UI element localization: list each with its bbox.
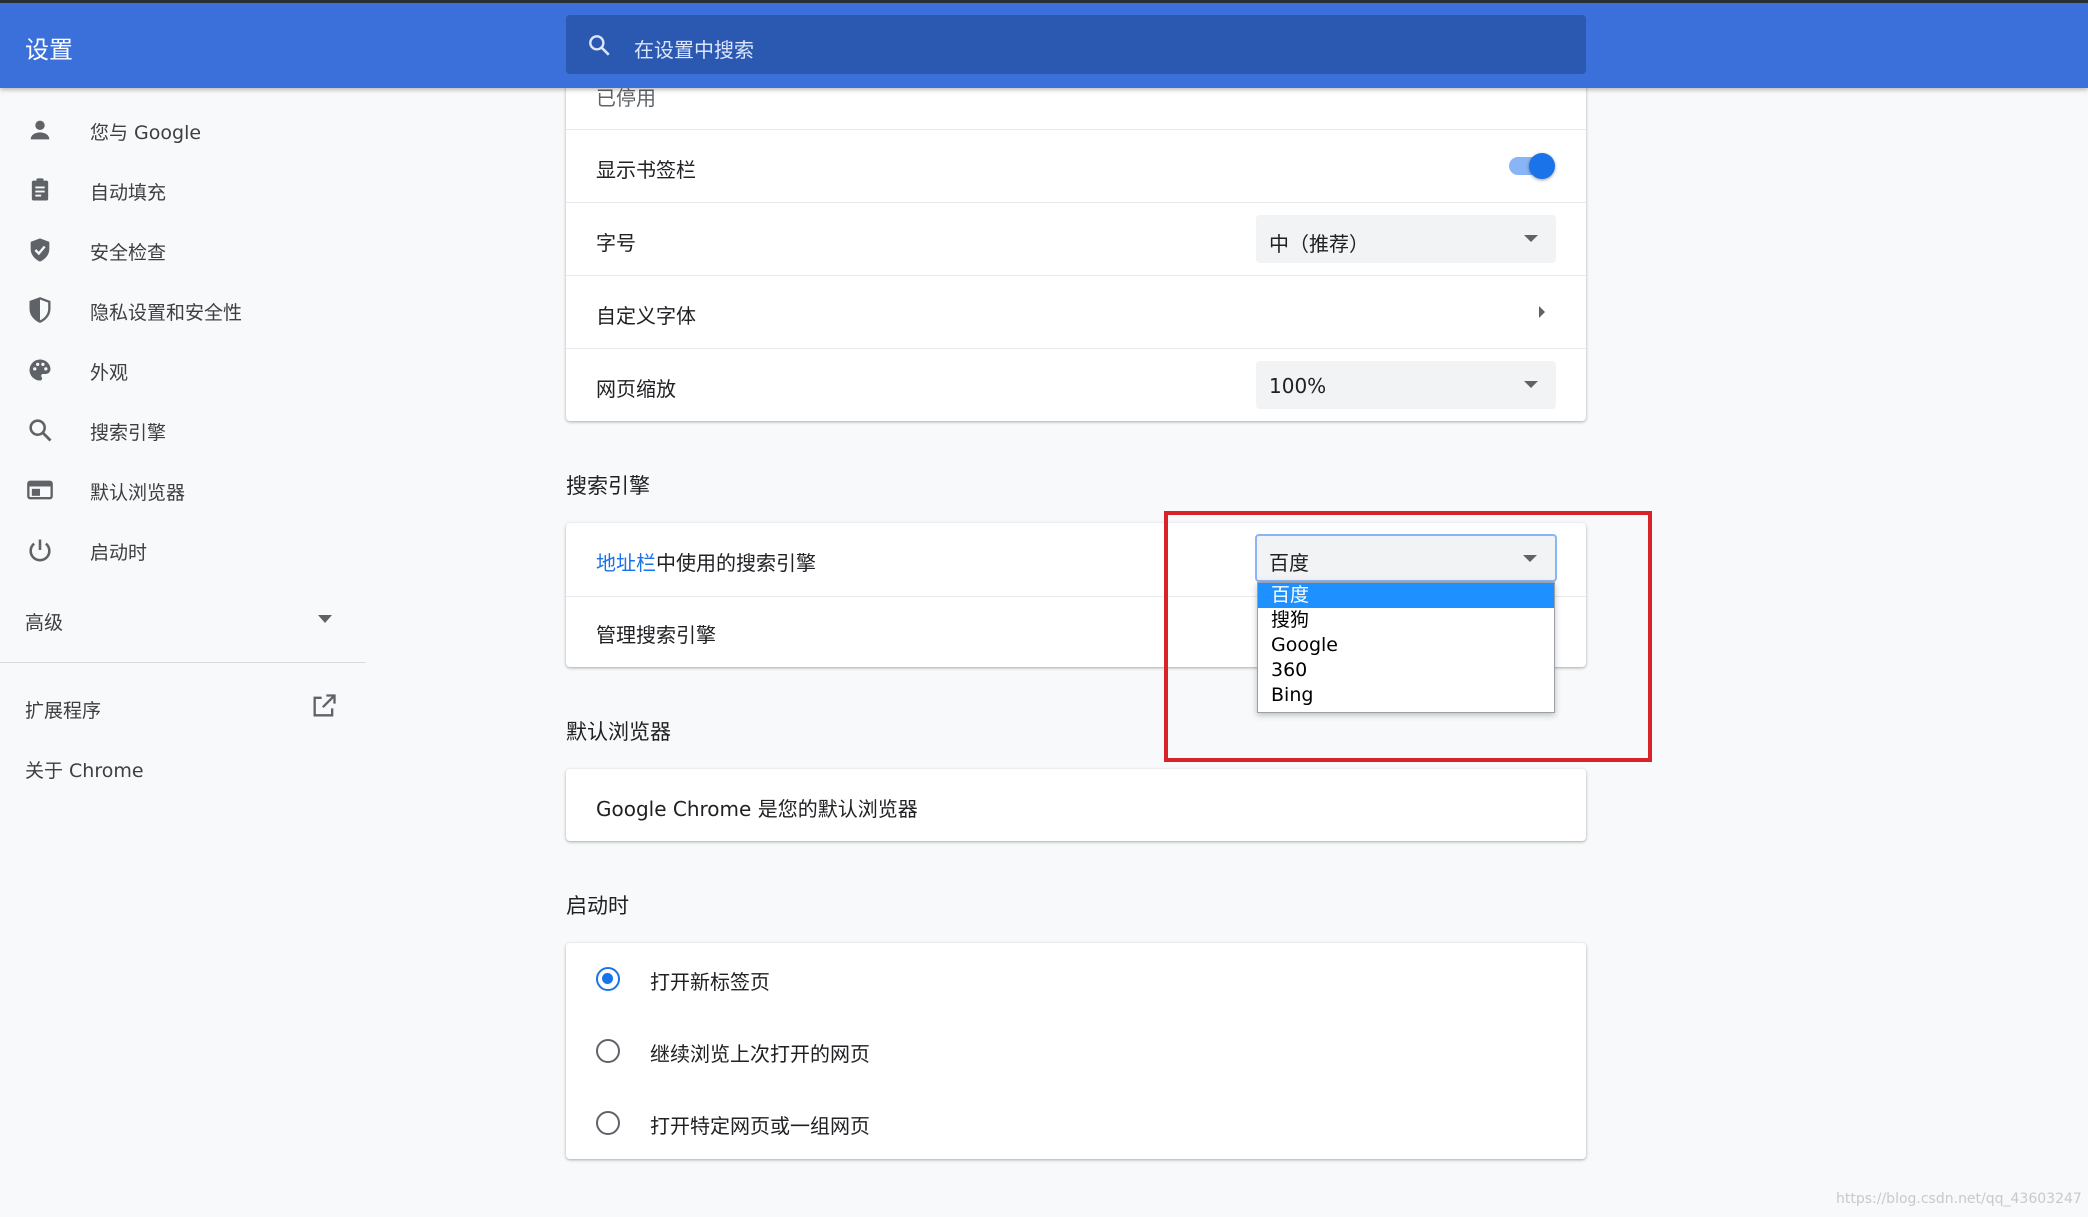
sidebar-item-autofill[interactable]: 自动填充 bbox=[0, 164, 366, 214]
startup-card: 打开新标签页 继续浏览上次打开的网页 打开特定网页或一组网页 bbox=[566, 943, 1586, 1159]
palette-icon bbox=[29, 359, 51, 381]
toggle-knob[interactable] bbox=[1529, 153, 1555, 179]
default-browser-status: Google Chrome 是您的默认浏览器 bbox=[596, 797, 918, 821]
sidebar-item-on-startup[interactable]: 启动时 bbox=[0, 524, 366, 574]
chevron-right-icon bbox=[1539, 306, 1545, 318]
search-input[interactable]: 在设置中搜索 bbox=[566, 15, 1586, 74]
font-size-label: 字号 bbox=[596, 231, 636, 255]
person-icon bbox=[30, 120, 50, 140]
top-bar: 设置 在设置中搜索 bbox=[0, 0, 2088, 88]
startup-option-label[interactable]: 打开新标签页 bbox=[650, 966, 770, 995]
sidebar-item-you-and-google[interactable]: 您与 Google bbox=[0, 104, 366, 154]
sidebar-item-label: 您与 Google bbox=[90, 122, 202, 144]
manage-search-engines-label: 管理搜索引擎 bbox=[596, 623, 716, 647]
browser-icon bbox=[27, 480, 53, 500]
sidebar-item-safety-check[interactable]: 安全检查 bbox=[0, 224, 366, 274]
address-bar-label-rest: 中使用的搜索引擎 bbox=[656, 551, 816, 575]
sidebar-item-label: 自动填充 bbox=[90, 182, 167, 204]
chevron-down-icon[interactable] bbox=[318, 615, 332, 623]
page-title: 设置 bbox=[25, 36, 73, 64]
default-browser-section-title: 默认浏览器 bbox=[566, 720, 671, 744]
sidebar-item-default-browser[interactable]: 默认浏览器 bbox=[0, 464, 366, 514]
highlight-annotation-box bbox=[1164, 511, 1652, 762]
watermark: https://blog.csdn.net/qq_43603247 bbox=[1836, 1191, 2082, 1207]
page-zoom-value: 100% bbox=[1269, 374, 1327, 398]
custom-fonts-label: 自定义字体 bbox=[596, 304, 696, 328]
sidebar-item-privacy[interactable]: 隐私设置和安全性 bbox=[0, 284, 366, 334]
font-size-row: 字号 中（推荐） bbox=[566, 202, 1586, 275]
startup-radio-continue[interactable] bbox=[596, 1039, 620, 1063]
page-zoom-select[interactable]: 100% bbox=[1256, 361, 1556, 409]
page-zoom-row: 网页缩放 100% bbox=[566, 348, 1586, 421]
search-engine-section-title: 搜索引擎 bbox=[566, 474, 650, 498]
power-icon bbox=[29, 539, 51, 562]
sidebar-item-label: 启动时 bbox=[90, 542, 148, 564]
sidebar: 您与 Google 自动填充 安全检查 隐私设置和安全性 外观 搜索引擎 默认浏… bbox=[0, 88, 366, 1217]
sidebar-item-label: 外观 bbox=[90, 362, 129, 384]
startup-option-label[interactable]: 继续浏览上次打开的网页 bbox=[650, 1038, 870, 1067]
sidebar-item-label: 默认浏览器 bbox=[90, 482, 186, 504]
sidebar-divider bbox=[0, 662, 366, 663]
appearance-card: 已停用 显示书签栏 字号 中（推荐） 自定义字体 网页缩放 100% bbox=[566, 60, 1586, 421]
sidebar-item-label: 搜索引擎 bbox=[90, 422, 167, 444]
sidebar-item-label: 隐私设置和安全性 bbox=[90, 302, 243, 324]
sidebar-about-chrome[interactable]: 关于 Chrome bbox=[25, 756, 144, 783]
search-icon bbox=[29, 419, 52, 442]
dropdown-arrow-icon bbox=[1524, 235, 1538, 242]
dropdown-arrow-icon bbox=[1524, 381, 1538, 388]
page-zoom-label: 网页缩放 bbox=[596, 377, 676, 401]
address-bar-link[interactable]: 地址栏 bbox=[596, 551, 656, 575]
sidebar-item-label: 安全检查 bbox=[90, 242, 167, 264]
startup-radio-specific-pages[interactable] bbox=[596, 1111, 620, 1135]
search-placeholder: 在设置中搜索 bbox=[634, 38, 754, 62]
search-icon bbox=[589, 35, 610, 56]
open-in-new-icon[interactable] bbox=[310, 692, 338, 720]
address-bar-search-label: 地址栏中使用的搜索引擎 bbox=[596, 547, 816, 576]
clipboard-icon bbox=[31, 178, 49, 201]
bookmarks-bar-row[interactable]: 显示书签栏 bbox=[566, 129, 1586, 202]
sidebar-extensions[interactable]: 扩展程序 bbox=[25, 696, 101, 723]
bookmarks-bar-label: 显示书签栏 bbox=[596, 158, 696, 182]
sidebar-item-appearance[interactable]: 外观 bbox=[0, 344, 366, 394]
font-size-select[interactable]: 中（推荐） bbox=[1256, 215, 1556, 263]
shield-half-icon bbox=[29, 297, 51, 323]
startup-option-label[interactable]: 打开特定网页或一组网页 bbox=[650, 1110, 870, 1139]
custom-fonts-row[interactable]: 自定义字体 bbox=[566, 275, 1586, 348]
sidebar-item-search-engine[interactable]: 搜索引擎 bbox=[0, 404, 366, 454]
sidebar-advanced[interactable]: 高级 bbox=[25, 608, 63, 635]
startup-radio-new-tab[interactable] bbox=[596, 967, 620, 991]
startup-section-title: 启动时 bbox=[566, 894, 629, 918]
font-size-value: 中（推荐） bbox=[1269, 232, 1369, 256]
shield-check-icon bbox=[30, 238, 50, 262]
default-browser-card: Google Chrome 是您的默认浏览器 bbox=[566, 769, 1586, 841]
